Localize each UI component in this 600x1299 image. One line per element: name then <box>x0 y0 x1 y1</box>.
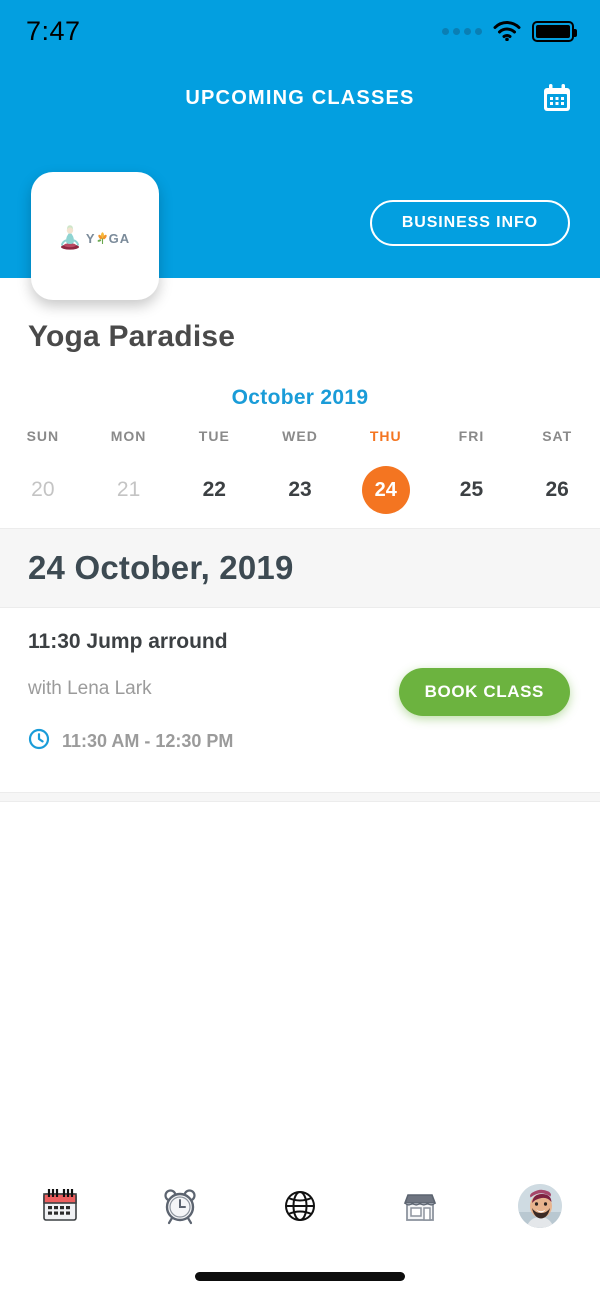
weekday-label-selected: THU <box>369 428 402 444</box>
calendar-icon[interactable] <box>536 77 578 119</box>
yoga-figure-icon <box>60 225 80 251</box>
navigation-bar: UPCOMING CLASSES <box>0 62 600 134</box>
day-column-wed[interactable]: WED 23 <box>257 428 343 514</box>
date-number[interactable]: 20 <box>0 466 86 514</box>
weekday-label: FRI <box>458 428 485 444</box>
class-list-item[interactable]: 11:30 Jump arround with Lena Lark 11:30 … <box>0 608 600 792</box>
business-info-button[interactable]: BUSINESS INFO <box>369 200 570 246</box>
avatar-tab-icon[interactable] <box>485 1176 595 1236</box>
day-column-tue[interactable]: TUE 22 <box>171 428 257 514</box>
app-screen: 7:47 UPCOMING CLASSES Y GA BUSINESS INFO… <box>0 0 600 1299</box>
status-bar: 7:47 <box>0 0 600 62</box>
date-number[interactable]: 25 <box>429 466 515 514</box>
book-class-button[interactable]: BOOK CLASS <box>398 668 570 716</box>
selected-date-text: 24 October, 2019 <box>28 549 294 586</box>
weekday-row: SUN 20 MON 21 TUE 22 WED 23 THU 24 FRI 2… <box>0 428 600 514</box>
date-number[interactable]: 26 <box>514 466 600 514</box>
date-number-selected[interactable]: 24 <box>361 466 410 514</box>
date-number[interactable]: 22 <box>171 466 257 514</box>
status-bar-icons <box>442 20 577 42</box>
signal-dots-icon <box>442 27 482 35</box>
date-number[interactable]: 23 <box>257 466 343 514</box>
avatar[interactable] <box>518 1184 562 1228</box>
logo-letter-y: Y <box>85 230 96 246</box>
date-number[interactable]: 21 <box>86 466 172 514</box>
list-separator <box>0 792 600 802</box>
battery-full-icon <box>532 20 577 42</box>
business-name: Yoga Paradise <box>28 320 236 353</box>
home-indicator <box>195 1272 405 1281</box>
class-time-range: 11:30 AM - 12:30 PM <box>62 731 234 751</box>
wifi-icon <box>493 21 521 42</box>
week-strip: SUN 20 MON 21 TUE 22 WED 23 THU 24 FRI 2… <box>0 428 600 514</box>
day-column-thu[interactable]: THU 24 <box>343 428 429 514</box>
weekday-label: SUN <box>26 428 60 444</box>
class-instructor: with Lena Lark <box>28 678 152 699</box>
date-number-selected-wrap[interactable]: 24 <box>343 466 429 514</box>
class-time-row: 11:30 AM - 12:30 PM <box>28 728 233 755</box>
class-title: 11:30 Jump arround <box>28 630 228 653</box>
selected-date-header: 24 October, 2019 <box>0 528 600 608</box>
day-column-sun[interactable]: SUN 20 <box>0 428 86 514</box>
day-column-sat[interactable]: SAT 26 <box>514 428 600 514</box>
clock-icon <box>28 728 50 755</box>
day-column-fri[interactable]: FRI 25 <box>429 428 515 514</box>
yoga-logo-text: Y GA <box>86 231 130 246</box>
globe-tab-icon[interactable] <box>245 1176 355 1236</box>
weekday-label: WED <box>282 428 318 444</box>
weekday-label: TUE <box>198 428 230 444</box>
logo-letters-ga: GA <box>108 230 131 246</box>
day-column-mon[interactable]: MON 21 <box>86 428 172 514</box>
page-title: UPCOMING CLASSES <box>185 86 415 109</box>
status-bar-time: 7:47 <box>26 15 81 46</box>
weekday-label: MON <box>110 428 147 444</box>
yoga-logo-icon: Y GA <box>60 225 130 251</box>
weekday-label: SAT <box>542 428 573 444</box>
calendar-tab-icon[interactable] <box>5 1176 115 1236</box>
storefront-tab-icon[interactable] <box>365 1176 475 1236</box>
business-logo-card[interactable]: Y GA <box>31 172 159 300</box>
flower-icon <box>97 231 108 245</box>
month-label: October 2019 <box>231 386 369 409</box>
alarm-clock-tab-icon[interactable] <box>125 1176 235 1236</box>
